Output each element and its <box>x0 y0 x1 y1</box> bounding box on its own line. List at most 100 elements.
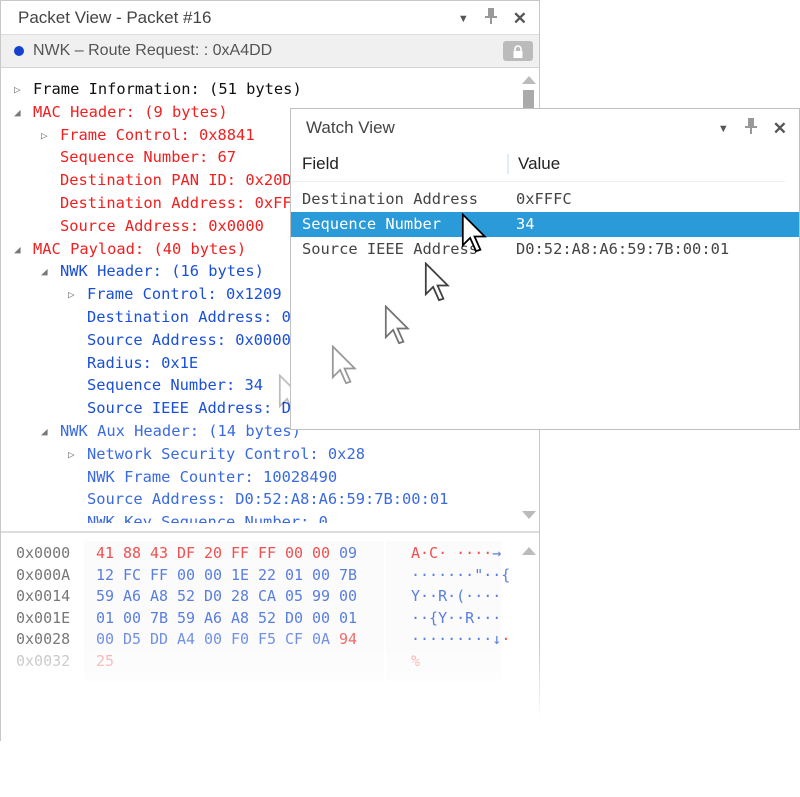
collapsed-arrow-icon[interactable]: ▷ <box>14 78 21 101</box>
tree-row[interactable]: NWK Frame Counter: 10028490 <box>87 466 337 489</box>
hex-byte[interactable]: D0 <box>285 608 303 629</box>
hex-byte[interactable]: 05 <box>285 586 303 607</box>
tree-row[interactable]: ▷ Frame Control: 0x8841 <box>41 124 255 147</box>
hex-byte[interactable]: 7B <box>339 565 357 586</box>
tree-row-label: Source Address: 0x0000 <box>60 216 264 235</box>
hex-byte[interactable]: 52 <box>258 608 276 629</box>
collapsed-arrow-icon[interactable]: ▷ <box>68 283 75 306</box>
hex-byte[interactable]: 22 <box>258 565 276 586</box>
hex-byte[interactable]: 00 <box>204 565 222 586</box>
pin-icon[interactable] <box>484 8 497 29</box>
hex-byte[interactable]: 99 <box>312 586 330 607</box>
hex-byte[interactable]: 09 <box>339 543 357 564</box>
ascii-segment: ·······"··{ <box>411 565 511 584</box>
hex-byte[interactable]: A8 <box>150 586 168 607</box>
hex-byte[interactable]: 59 <box>177 608 195 629</box>
hex-byte[interactable]: 41 <box>96 543 114 564</box>
lock-button[interactable] <box>503 41 533 61</box>
hex-byte[interactable]: 25 <box>96 651 114 672</box>
hex-byte[interactable]: 00 <box>312 608 330 629</box>
hex-byte[interactable]: 0A <box>312 629 330 650</box>
expanded-arrow-icon[interactable]: ◢ <box>14 238 21 261</box>
hex-byte[interactable]: DD <box>150 629 168 650</box>
tree-row[interactable]: Destination Address: 0xFF <box>60 192 292 215</box>
hex-byte[interactable]: 00 <box>339 586 357 607</box>
hex-byte[interactable]: A8 <box>231 608 249 629</box>
tree-row[interactable]: Source Address: D0:52:A8:A6:59:7B:00:01 <box>87 488 448 511</box>
hex-byte[interactable]: 00 <box>177 565 195 586</box>
watch-row[interactable]: Source IEEE Address D0:52:A8:A6:59:7B:00:… <box>291 237 799 262</box>
hex-byte[interactable]: A6 <box>204 608 222 629</box>
expanded-arrow-icon[interactable]: ◢ <box>41 260 48 283</box>
dropdown-icon[interactable]: ▼ <box>458 13 469 25</box>
tree-row-label: MAC Header: (9 bytes) <box>33 102 228 121</box>
watch-row[interactable]: Destination Address 0xFFFC <box>291 187 799 212</box>
hex-byte[interactable]: 01 <box>285 565 303 586</box>
tree-row[interactable]: Source Address: 0x0000 <box>87 329 291 352</box>
hex-byte[interactable]: CA <box>258 586 276 607</box>
scroll-down-icon[interactable] <box>522 511 536 519</box>
tree-row[interactable]: ▷ Frame Information: (51 bytes) <box>14 78 302 101</box>
column-header-field[interactable]: Field <box>291 154 509 174</box>
hex-byte[interactable]: 59 <box>96 586 114 607</box>
close-icon[interactable]: ✕ <box>773 119 787 139</box>
tree-row[interactable]: Sequence Number: 34 <box>87 374 263 397</box>
hex-byte[interactable]: 28 <box>231 586 249 607</box>
hex-byte[interactable]: FF <box>150 565 168 586</box>
hex-dump[interactable]: 0x0000 41 88 43 DF 20 FF FF 00 00 09 A·C· ····→ 0x00… <box>1 531 539 693</box>
hex-byte[interactable]: 00 <box>312 543 330 564</box>
tree-row[interactable]: NWK Key Sequence Number: 0 <box>87 511 328 523</box>
tree-row[interactable]: Destination PAN ID: 0x20D <box>60 169 292 192</box>
expanded-arrow-icon[interactable]: ◢ <box>41 420 48 443</box>
hex-byte[interactable]: 00 <box>96 629 114 650</box>
tree-row[interactable]: ▷ Frame Control: 0x1209 <box>68 283 282 306</box>
hex-byte[interactable]: FF <box>231 543 249 564</box>
hex-byte[interactable]: 01 <box>96 608 114 629</box>
hex-byte[interactable]: F0 <box>231 629 249 650</box>
tree-row[interactable]: Source Address: 0x0000 <box>60 215 264 238</box>
hex-byte[interactable]: 00 <box>285 543 303 564</box>
hex-byte[interactable]: 52 <box>177 586 195 607</box>
hex-byte[interactable]: D0 <box>204 586 222 607</box>
hex-byte[interactable]: A4 <box>177 629 195 650</box>
tree-row-label: NWK Header: (16 bytes) <box>60 262 264 281</box>
hex-byte[interactable]: F5 <box>258 629 276 650</box>
tree-row[interactable]: Radius: 0x1E <box>87 352 198 375</box>
hex-byte[interactable]: 43 <box>150 543 168 564</box>
watch-row[interactable]: Sequence Number 34 <box>291 212 799 237</box>
hex-byte[interactable]: CF <box>285 629 303 650</box>
collapsed-arrow-icon[interactable]: ▷ <box>41 124 48 147</box>
hex-scroll-up-icon[interactable] <box>522 547 536 555</box>
column-header-value[interactable]: Value <box>509 154 560 174</box>
close-icon[interactable]: ✕ <box>513 9 527 29</box>
tree-row[interactable]: ◢ MAC Header: (9 bytes) <box>14 101 228 124</box>
tree-row[interactable]: Sequence Number: 67 <box>60 146 236 169</box>
expanded-arrow-icon[interactable]: ◢ <box>14 101 21 124</box>
tree-row[interactable]: ◢ NWK Header: (16 bytes) <box>41 260 264 283</box>
hex-byte[interactable]: 7B <box>150 608 168 629</box>
hex-byte[interactable]: FC <box>123 565 141 586</box>
hex-byte[interactable]: D5 <box>123 629 141 650</box>
tree-row[interactable]: ◢ NWK Aux Header: (14 bytes) <box>41 420 301 443</box>
scroll-up-icon[interactable] <box>522 76 536 84</box>
pin-icon[interactable] <box>744 118 757 139</box>
collapsed-arrow-icon[interactable]: ▷ <box>68 443 75 466</box>
hex-byte[interactable]: 1E <box>231 565 249 586</box>
packet-summary: NWK – Route Request: : 0xA4DD <box>33 42 273 59</box>
hex-byte[interactable]: FF <box>258 543 276 564</box>
hex-byte[interactable]: 20 <box>204 543 222 564</box>
hex-byte[interactable]: 88 <box>123 543 141 564</box>
hex-byte[interactable]: DF <box>177 543 195 564</box>
hex-byte[interactable]: 01 <box>339 608 357 629</box>
tree-row[interactable]: Destination Address: 0 <box>87 306 291 329</box>
hex-byte[interactable]: A6 <box>123 586 141 607</box>
dropdown-icon[interactable]: ▼ <box>718 123 729 135</box>
tree-row[interactable]: ◢ MAC Payload: (40 bytes) <box>14 238 246 261</box>
hex-byte[interactable]: 94 <box>339 629 357 650</box>
hex-byte[interactable]: 00 <box>123 608 141 629</box>
hex-byte[interactable]: 00 <box>312 565 330 586</box>
hex-byte[interactable]: 12 <box>96 565 114 586</box>
tree-row[interactable]: Source IEEE Address: D <box>87 397 291 420</box>
tree-row[interactable]: ▷ Network Security Control: 0x28 <box>68 443 365 466</box>
hex-byte[interactable]: 00 <box>204 629 222 650</box>
